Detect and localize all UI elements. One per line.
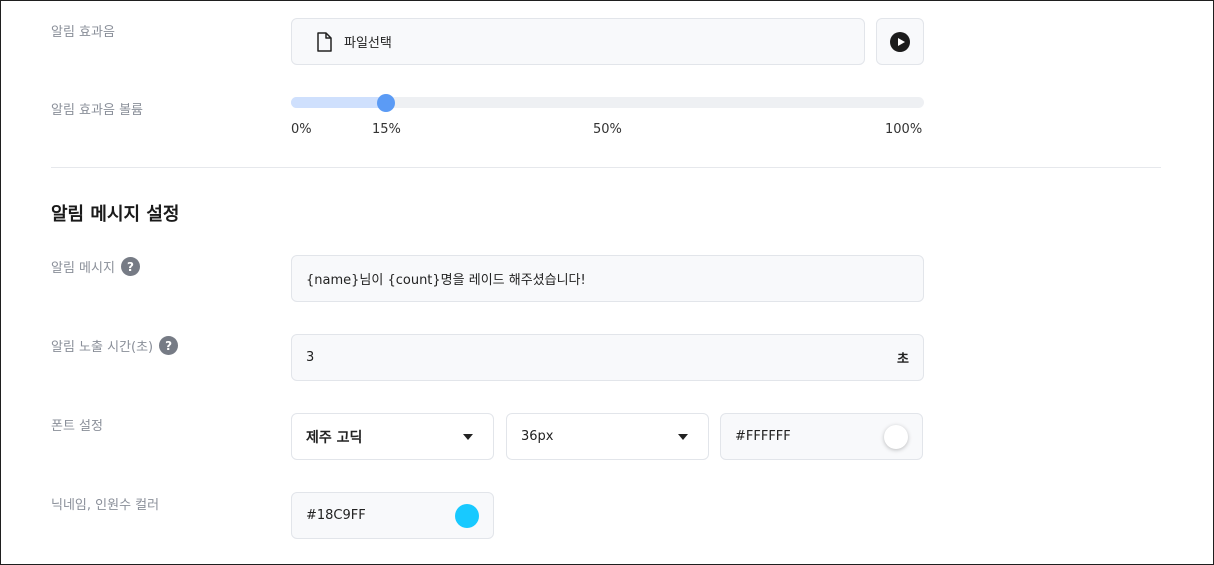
volume-label: 알림 효과음 볼륨: [51, 99, 143, 118]
alert-message-label-text: 알림 메시지: [51, 261, 115, 276]
alert-message-input[interactable]: {name}님이 {count}명을 레이드 해주셨습니다!: [291, 255, 924, 302]
alert-message-label: 알림 메시지 ?: [51, 257, 140, 276]
font-size-select[interactable]: 36px: [506, 413, 709, 460]
duration-input[interactable]: 3 초: [291, 334, 924, 381]
volume-tick-0: 0%: [291, 122, 312, 137]
font-color-value: #FFFFFF: [735, 429, 791, 444]
chevron-down-icon: [463, 433, 473, 440]
file-select-button[interactable]: 파일선택: [291, 18, 865, 65]
nickname-color-label: 닉네임, 인원수 컬러: [51, 494, 159, 513]
font-settings-label-text: 폰트 설정: [51, 419, 103, 434]
duration-unit: 초: [897, 352, 909, 367]
font-family-select[interactable]: 제주 고딕: [291, 413, 494, 460]
help-icon[interactable]: ?: [159, 336, 179, 355]
volume-slider-fill: [291, 97, 386, 108]
alert-message-value: {name}님이 {count}명을 레이드 해주셨습니다!: [306, 273, 586, 288]
file-select-label: 파일선택: [344, 36, 392, 51]
nickname-color-label-text: 닉네임, 인원수 컬러: [51, 498, 160, 513]
alert-sound-label: 알림 효과음: [51, 21, 115, 40]
font-color-input[interactable]: #FFFFFF: [720, 413, 923, 460]
help-icon[interactable]: ?: [120, 257, 140, 276]
volume-tick-15: 15%: [372, 122, 401, 137]
settings-panel: 알림 효과음 파일선택 알림 효과음 볼륨 0% 15% 50% 100% 알림…: [0, 0, 1214, 565]
font-family-value: 제주 고딕: [306, 429, 363, 446]
volume-tick-50: 50%: [593, 122, 622, 137]
font-color-swatch[interactable]: [884, 424, 908, 449]
chevron-down-icon: [678, 433, 688, 440]
play-icon: [890, 31, 910, 52]
section-divider: [51, 167, 1161, 168]
play-sound-button[interactable]: [876, 18, 924, 65]
nickname-color-swatch[interactable]: [455, 503, 479, 528]
volume-slider-thumb[interactable]: [376, 94, 395, 112]
volume-slider[interactable]: [291, 94, 924, 112]
duration-label: 알림 노출 시간(초) ?: [51, 336, 179, 355]
font-size-value: 36px: [521, 429, 554, 444]
duration-label-text: 알림 노출 시간(초): [51, 340, 154, 355]
volume-label-text: 알림 효과음 볼륨: [51, 103, 143, 118]
nickname-color-value: #18C9FF: [306, 508, 366, 523]
alert-sound-label-text: 알림 효과음: [51, 25, 115, 40]
file-icon: [317, 31, 332, 52]
font-settings-label: 폰트 설정: [51, 415, 103, 434]
section-title: 알림 메시지 설정: [51, 204, 180, 225]
nickname-color-input[interactable]: #18C9FF: [291, 492, 494, 539]
volume-tick-100: 100%: [885, 122, 923, 137]
duration-value: 3: [306, 350, 315, 365]
